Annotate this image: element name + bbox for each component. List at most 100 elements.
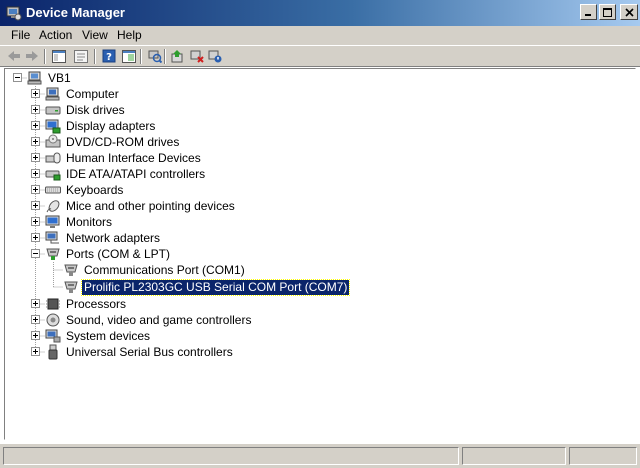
tree-node-monitors[interactable]: Monitors bbox=[45, 214, 114, 230]
tree-node-keyboards[interactable]: Keyboards bbox=[45, 182, 125, 198]
title-bar[interactable]: Device Manager bbox=[0, 0, 640, 26]
status-panel-tertiary bbox=[569, 447, 637, 465]
tree-node-sound[interactable]: Sound, video and game controllers bbox=[45, 312, 253, 328]
tree-expand-toggle[interactable] bbox=[31, 347, 40, 356]
help-icon: ? bbox=[102, 49, 116, 63]
plus-icon bbox=[33, 123, 38, 128]
tree-expand-toggle[interactable] bbox=[31, 331, 40, 340]
plus-icon bbox=[33, 91, 38, 96]
plus-icon bbox=[33, 301, 38, 306]
update-driver-icon bbox=[171, 50, 183, 63]
tree-node-network-adapters[interactable]: Network adapters bbox=[45, 230, 162, 246]
scan-hardware-button[interactable] bbox=[146, 48, 164, 64]
tree-expand-toggle[interactable] bbox=[31, 315, 40, 324]
display-adapter-icon bbox=[45, 118, 61, 134]
device-manager-icon bbox=[6, 5, 22, 21]
tree-node-label: Sound, video and game controllers bbox=[66, 312, 252, 327]
tree-node-label: Processors bbox=[66, 296, 127, 311]
tree-node-label: Network adapters bbox=[66, 230, 161, 245]
show-hide-tree-button[interactable] bbox=[50, 48, 68, 64]
tree-node-label: Mice and other pointing devices bbox=[66, 198, 235, 213]
svg-text:?: ? bbox=[106, 52, 112, 63]
tree-collapse-toggle[interactable] bbox=[31, 249, 40, 258]
tree-expand-toggle[interactable] bbox=[31, 299, 40, 308]
tree-node-usb-controllers[interactable]: Universal Serial Bus controllers bbox=[45, 344, 235, 360]
tree-node-ide-controllers[interactable]: IDE ATA/ATAPI controllers bbox=[45, 166, 207, 182]
tree-node-label: Communications Port (COM1) bbox=[84, 262, 245, 277]
tree-node-dvd-drives[interactable]: DVD/CD-ROM drives bbox=[45, 134, 181, 150]
monitor-icon bbox=[45, 214, 61, 230]
disable-button[interactable] bbox=[206, 48, 224, 64]
tree-expand-toggle[interactable] bbox=[31, 185, 40, 194]
plus-icon bbox=[33, 219, 38, 224]
disk-drive-icon bbox=[45, 102, 61, 118]
usb-icon bbox=[45, 344, 61, 360]
menu-view[interactable]: View bbox=[82, 28, 108, 42]
tree-expand-toggle[interactable] bbox=[31, 89, 40, 98]
maximize-button[interactable] bbox=[599, 4, 616, 20]
tree-expand-toggle[interactable] bbox=[31, 121, 40, 130]
computer-icon bbox=[27, 70, 43, 86]
system-device-icon bbox=[45, 328, 61, 344]
menu-help[interactable]: Help bbox=[117, 28, 142, 42]
device-tree[interactable]: VB1 Computer Disk drives Display adapter… bbox=[4, 68, 636, 440]
tree-node-human-interface-devices[interactable]: Human Interface Devices bbox=[45, 150, 203, 166]
toolbar-separator bbox=[44, 49, 46, 64]
tree-node-label: Monitors bbox=[66, 214, 113, 229]
tree-node-root[interactable]: VB1 bbox=[27, 70, 73, 86]
status-bar bbox=[0, 444, 640, 468]
view-icon bbox=[122, 49, 136, 63]
back-button[interactable] bbox=[5, 48, 23, 64]
tree-node-system-devices[interactable]: System devices bbox=[45, 328, 152, 344]
tree-expand-toggle[interactable] bbox=[31, 233, 40, 242]
tree-node-com1[interactable]: Communications Port (COM1) bbox=[63, 262, 247, 278]
menu-file[interactable]: File bbox=[11, 28, 30, 42]
mouse-icon bbox=[45, 198, 61, 214]
tree-node-computer[interactable]: Computer bbox=[45, 86, 121, 102]
tree-expand-toggle[interactable] bbox=[31, 201, 40, 210]
tree-expand-toggle[interactable] bbox=[31, 105, 40, 114]
plus-icon bbox=[33, 139, 38, 144]
tree-expand-toggle[interactable] bbox=[31, 137, 40, 146]
tree-node-display-adapters[interactable]: Display adapters bbox=[45, 118, 157, 134]
plus-icon bbox=[33, 317, 38, 322]
tree-node-label: Display adapters bbox=[66, 118, 156, 133]
tree-node-com7-selected[interactable]: Prolific PL2303GC USB Serial COM Port (C… bbox=[63, 278, 351, 296]
update-driver-button[interactable] bbox=[168, 48, 186, 64]
tree-expand-toggle[interactable] bbox=[31, 217, 40, 226]
plus-icon bbox=[33, 333, 38, 338]
status-panel-main bbox=[3, 447, 459, 465]
close-icon bbox=[624, 7, 634, 17]
ide-controller-icon bbox=[45, 166, 61, 182]
tree-node-disk-drives[interactable]: Disk drives bbox=[45, 102, 127, 118]
scan-hardware-icon bbox=[148, 50, 162, 63]
tree-collapse-toggle[interactable] bbox=[13, 73, 22, 82]
minimize-button[interactable] bbox=[580, 4, 597, 20]
properties-button[interactable] bbox=[72, 48, 90, 64]
plus-icon bbox=[33, 107, 38, 112]
tree-node-ports[interactable]: Ports (COM & LPT) bbox=[45, 246, 172, 262]
tree-node-label: VB1 bbox=[48, 70, 71, 85]
port-icon bbox=[63, 279, 79, 295]
tree-node-label: Universal Serial Bus controllers bbox=[66, 344, 233, 359]
menu-action[interactable]: Action bbox=[39, 28, 72, 42]
forward-arrow-icon bbox=[26, 51, 38, 61]
plus-icon bbox=[33, 349, 38, 354]
close-button[interactable] bbox=[620, 4, 638, 20]
toolbar: ? bbox=[0, 45, 640, 67]
tree-node-mice[interactable]: Mice and other pointing devices bbox=[45, 198, 237, 214]
tree-node-processors[interactable]: Processors bbox=[45, 296, 128, 312]
uninstall-button[interactable] bbox=[188, 48, 206, 64]
menu-bar: File Action View Help bbox=[0, 26, 640, 45]
tree-node-label: System devices bbox=[66, 328, 151, 343]
tree-expand-toggle[interactable] bbox=[31, 169, 40, 178]
help-button[interactable]: ? bbox=[100, 48, 118, 64]
toolbar-separator bbox=[140, 49, 142, 64]
tree-node-label: Keyboards bbox=[66, 182, 124, 197]
forward-button[interactable] bbox=[23, 48, 41, 64]
view-button[interactable] bbox=[120, 48, 138, 64]
tree-expand-toggle[interactable] bbox=[31, 153, 40, 162]
maximize-icon bbox=[603, 7, 612, 17]
computer-icon bbox=[45, 86, 61, 102]
window-title: Device Manager bbox=[26, 5, 125, 20]
